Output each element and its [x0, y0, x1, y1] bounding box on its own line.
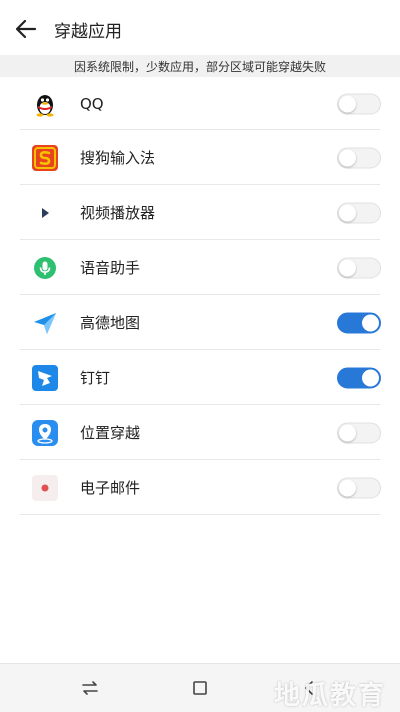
app-name: 高德地图	[80, 314, 141, 332]
toggle-sogou[interactable]	[337, 147, 381, 168]
switch-arrows-icon	[82, 681, 98, 695]
header-bar: 穿越应用	[0, 0, 400, 58]
home-button[interactable]	[188, 676, 212, 700]
toggle-knob	[339, 204, 356, 221]
back-button[interactable]	[12, 15, 40, 43]
app-row-video-player[interactable]: 视频播放器	[0, 185, 400, 240]
arrow-left-icon	[15, 19, 37, 39]
toggle-knob	[362, 314, 379, 331]
app-row-location[interactable]: 位置穿越	[0, 405, 400, 460]
toggle-qq[interactable]	[337, 93, 381, 114]
app-list: QQ 搜狗输入法 视频播放器 语音助手 高德地图 钉钉 位置穿越 电子邮件	[0, 77, 400, 515]
toggle-knob	[339, 149, 356, 166]
toggle-knob	[362, 369, 379, 386]
limitation-notice: 因系统限制，少数应用，部分区域可能穿越失败	[0, 55, 400, 77]
app-name: 钉钉	[80, 369, 111, 387]
toggle-knob	[339, 95, 356, 112]
app-name: 视频播放器	[80, 204, 156, 222]
app-name: QQ	[80, 94, 104, 113]
toggle-location[interactable]	[337, 422, 381, 443]
home-square-icon	[193, 681, 207, 695]
page-title: 穿越应用	[54, 21, 122, 42]
toggle-knob	[339, 479, 356, 496]
toggle-voice-assistant[interactable]	[337, 257, 381, 278]
app-row-amap[interactable]: 高德地图	[0, 295, 400, 350]
toggle-knob	[339, 259, 356, 276]
toggle-video-player[interactable]	[337, 202, 381, 223]
qq-penguin-icon	[32, 91, 58, 117]
switch-arrows-button[interactable]	[78, 676, 102, 700]
toggle-dingtalk[interactable]	[337, 367, 381, 388]
app-row-dingtalk[interactable]: 钉钉	[0, 350, 400, 405]
dingtalk-icon	[32, 364, 58, 391]
amap-icon	[32, 310, 58, 336]
toggle-email[interactable]	[337, 477, 381, 498]
app-name: 位置穿越	[80, 424, 141, 442]
app-row-qq[interactable]: QQ	[0, 77, 400, 130]
app-name: 搜狗输入法	[80, 149, 156, 167]
app-row-sogou[interactable]: 搜狗输入法	[0, 130, 400, 185]
voice-assistant-icon	[32, 255, 58, 281]
sogou-input-icon	[32, 144, 58, 171]
app-row-email[interactable]: 电子邮件	[0, 460, 400, 515]
video-player-icon	[32, 200, 58, 226]
app-name: 电子邮件	[80, 479, 141, 497]
email-icon	[32, 474, 58, 501]
location-pin-icon	[32, 419, 58, 446]
toggle-amap[interactable]	[337, 312, 381, 333]
toggle-knob	[339, 424, 356, 441]
app-row-voice-assistant[interactable]: 语音助手	[0, 240, 400, 295]
app-name: 语音助手	[80, 259, 141, 277]
watermark: 地瓜教育	[273, 681, 386, 711]
